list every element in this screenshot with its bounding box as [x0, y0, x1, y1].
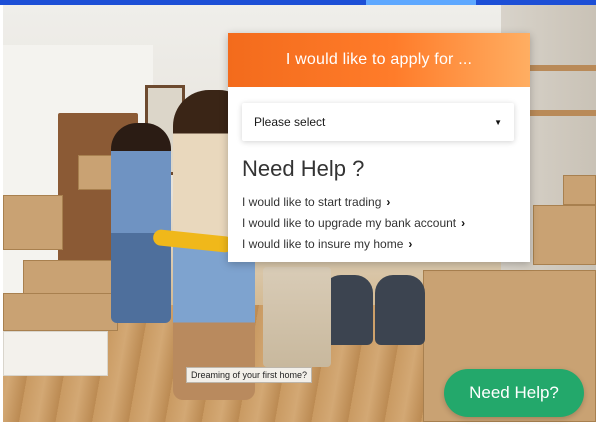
hero-white-box [3, 331, 108, 376]
product-select-value: Please select [254, 115, 326, 129]
product-select[interactable]: Please select ▼ [242, 103, 514, 141]
chevron-right-icon: › [461, 215, 466, 230]
hero-caption: Dreaming of your first home? [186, 367, 313, 383]
help-links-list: I would like to start trading › I would … [242, 191, 465, 254]
hero-moving-box [3, 195, 63, 250]
hero-person-legs [263, 267, 331, 367]
help-link-label: I would like to insure my home [242, 236, 404, 251]
chevron-right-icon: › [408, 236, 413, 251]
help-link-upgrade-account[interactable]: I would like to upgrade my bank account … [242, 212, 465, 233]
hero-moving-box [23, 260, 118, 295]
help-link-label: I would like to upgrade my bank account [242, 215, 457, 230]
hero-chair [375, 275, 425, 345]
caret-down-icon: ▼ [494, 117, 502, 127]
chevron-right-icon: › [386, 194, 391, 209]
help-link-label: I would like to start trading [242, 194, 382, 209]
apply-panel: I would like to apply for ... Please sel… [228, 33, 530, 262]
help-link-start-trading[interactable]: I would like to start trading › [242, 191, 465, 212]
hero-moving-box [563, 175, 596, 205]
hero-moving-box [3, 293, 118, 331]
hero-shelf [526, 65, 596, 71]
hero-adult [111, 123, 171, 323]
help-link-insure-home[interactable]: I would like to insure my home › [242, 233, 465, 254]
apply-panel-header: I would like to apply for ... [228, 33, 530, 87]
hero-shelf [526, 110, 596, 116]
help-heading: Need Help ? [242, 156, 365, 181]
apply-panel-title: I would like to apply for ... [285, 51, 473, 68]
hero-moving-box [533, 205, 596, 265]
need-help-button[interactable]: Need Help? [444, 369, 584, 417]
